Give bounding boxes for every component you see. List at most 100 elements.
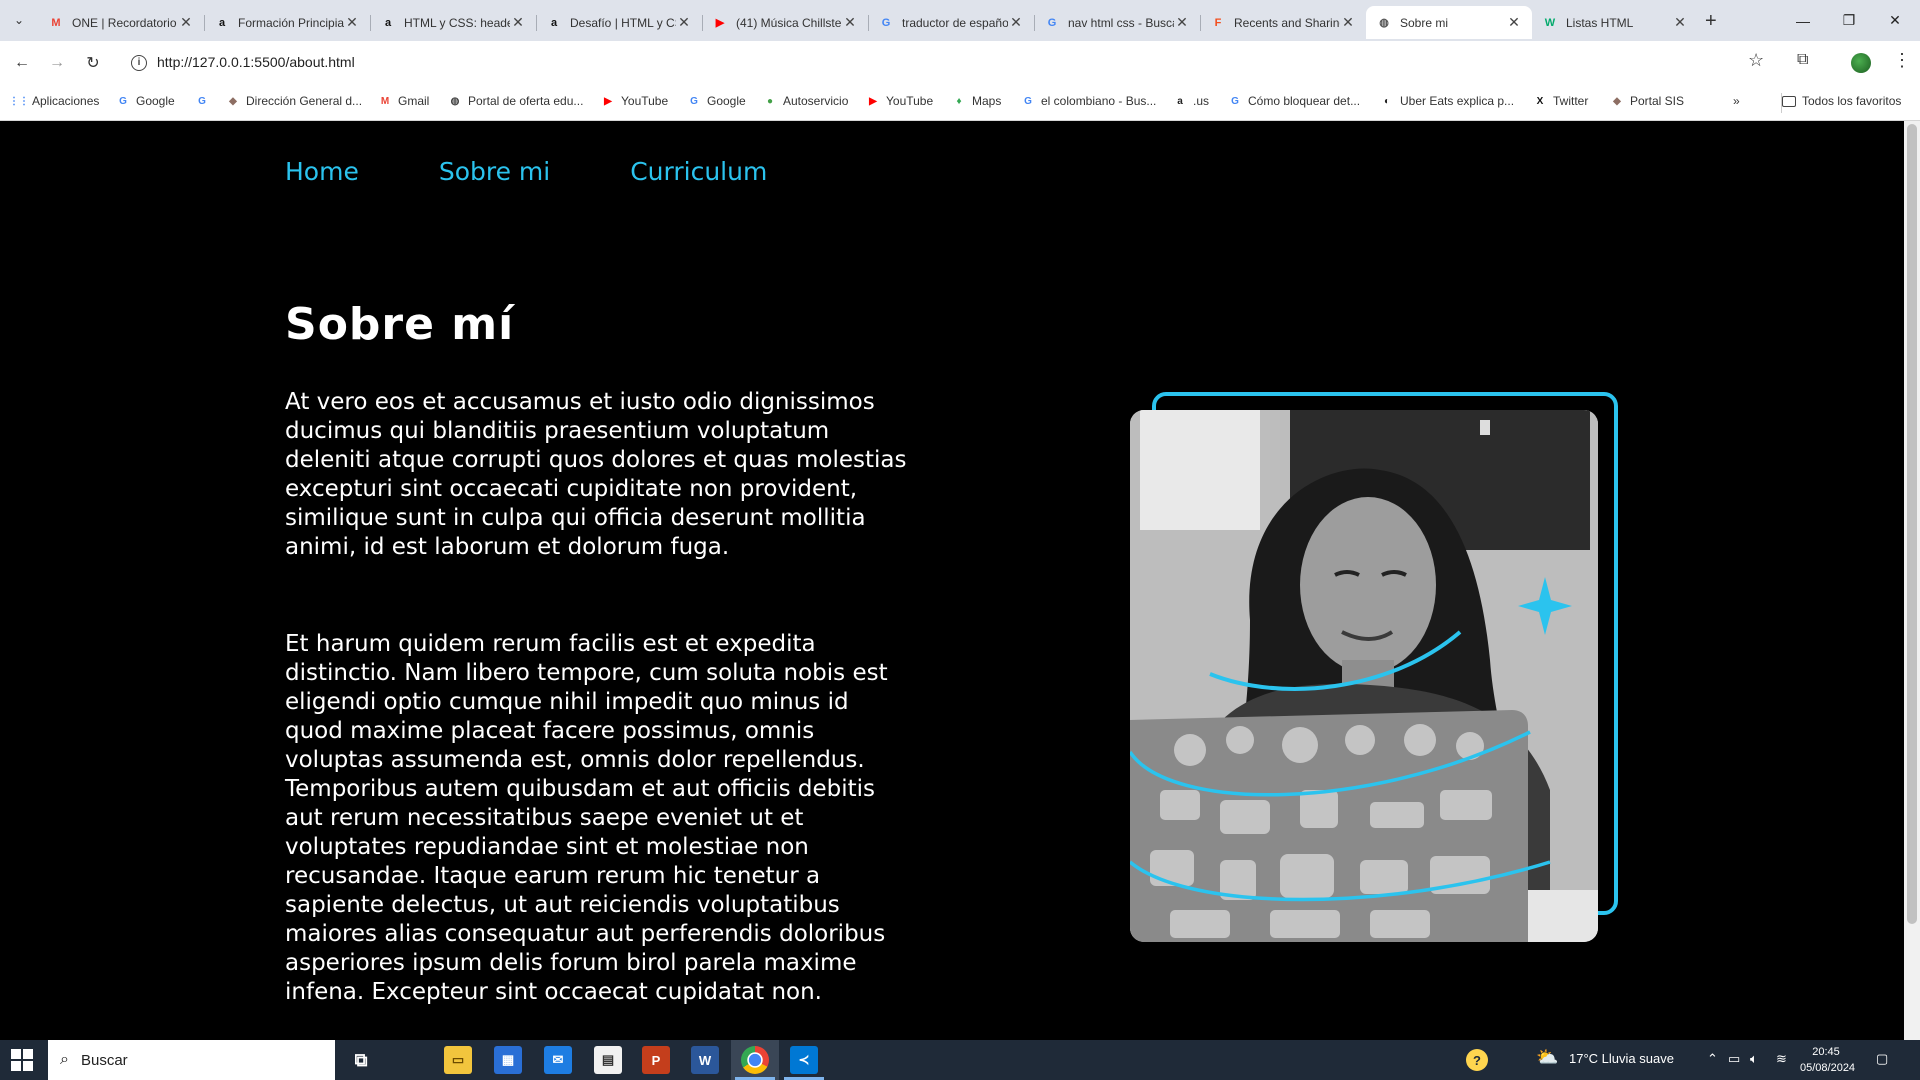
browser-tab[interactable]: a HTML y CSS: header ✕ xyxy=(370,6,536,39)
browser-tab[interactable]: Gnav html css - Buscar ✕ xyxy=(1034,6,1200,39)
bookmark-label: Google xyxy=(136,94,175,108)
bookmark-star-icon[interactable]: ☆ xyxy=(1748,50,1764,71)
notifications-icon[interactable]: ▢ xyxy=(1876,1051,1888,1067)
tab-close-icon[interactable]: ✕ xyxy=(676,14,692,31)
reload-button[interactable]: ↻ xyxy=(81,51,105,75)
google-icon: G xyxy=(1047,16,1057,29)
maps-pin-icon: ♦ xyxy=(956,95,962,107)
tab-close-icon[interactable]: ✕ xyxy=(1506,14,1522,31)
google-icon: G xyxy=(119,95,127,107)
browser-tab[interactable]: a Formación Principiante✕ xyxy=(204,6,370,39)
forward-button[interactable]: → xyxy=(45,51,69,75)
powerpoint-icon[interactable]: P xyxy=(642,1046,670,1074)
bookmark-item[interactable]: a .us xyxy=(1173,94,1209,108)
tab-strip: ⌄ M ONE | Recordatorio ✕ a Formación Princip… xyxy=(0,0,1920,41)
back-button[interactable]: ← xyxy=(10,51,34,75)
tray-chevron-icon[interactable]: ⌃ xyxy=(1707,1051,1718,1067)
bookmarks-bar: » Todos los favoritos ⋮⋮ Aplicaciones G Goo… xyxy=(0,85,1920,121)
gmail-icon: M xyxy=(51,16,61,29)
bookmarks-overflow-button[interactable]: » xyxy=(1733,94,1740,108)
device-icon[interactable]: ▭ xyxy=(1728,1051,1740,1067)
microsoft-store-icon[interactable]: ▦ xyxy=(494,1046,522,1074)
x-logo-icon: X xyxy=(1536,95,1544,107)
scrollbar-thumb[interactable] xyxy=(1907,124,1917,924)
mail-icon[interactable]: ✉ xyxy=(544,1046,572,1074)
bookmark-item[interactable]: G Google xyxy=(687,94,746,108)
tab-title: Sobre mi xyxy=(1400,15,1449,30)
w3schools-icon: W xyxy=(1544,16,1556,29)
nav-link-home[interactable]: Home xyxy=(285,157,359,186)
vscode-icon[interactable]: ≺ xyxy=(790,1046,818,1074)
nav-link-sobre-mi[interactable]: Sobre mi xyxy=(439,157,550,186)
tab-title: HTML y CSS: header xyxy=(404,15,510,30)
browser-tab[interactable]: ◍ Sobre mi ✕ xyxy=(1366,6,1532,39)
google-icon: G xyxy=(198,95,206,107)
browser-tab[interactable]: Gtraductor de español ✕ xyxy=(868,6,1034,39)
bookmark-item[interactable]: ◆ Portal SIS xyxy=(1610,94,1684,108)
bookmark-item[interactable]: G Cómo bloquear det... xyxy=(1228,94,1360,108)
url-text[interactable]: http://127.0.0.1:5500/about.html xyxy=(157,54,355,70)
wifi-icon[interactable]: ≋ xyxy=(1776,1051,1787,1067)
tab-close-icon[interactable]: ✕ xyxy=(178,14,194,31)
bookmark-item[interactable]: ⋮⋮ Aplicaciones xyxy=(9,94,99,108)
tab-close-icon[interactable]: ✕ xyxy=(1672,14,1688,31)
new-tab-button[interactable]: + xyxy=(1705,10,1717,33)
browser-tab[interactable]: F Recents and Sharing ✕ xyxy=(1200,6,1366,39)
bookmark-item[interactable]: ▶ YouTube xyxy=(866,94,933,108)
bookmark-item[interactable]: ● Autoservicio xyxy=(763,94,848,108)
profile-avatar[interactable] xyxy=(1851,53,1871,73)
volume-icon[interactable]: 🔈︎ xyxy=(1750,1051,1758,1067)
weather-icon[interactable]: ⛅ xyxy=(1536,1047,1558,1068)
restore-button[interactable]: ❐ xyxy=(1826,0,1872,41)
word-icon[interactable]: W xyxy=(691,1046,719,1074)
bookmark-label: Google xyxy=(707,94,746,108)
tab-close-icon[interactable]: ✕ xyxy=(1008,14,1024,31)
bookmark-item[interactable]: Gel colombiano - Bus... xyxy=(1021,94,1156,108)
help-icon[interactable]: ? xyxy=(1466,1049,1488,1071)
bookmark-item[interactable]: ◆ Dirección General d... xyxy=(226,94,362,108)
tab-close-icon[interactable]: ✕ xyxy=(1340,14,1356,31)
bookmark-item[interactable]: G xyxy=(195,94,215,108)
windows-start-button[interactable] xyxy=(10,1048,34,1072)
close-window-button[interactable]: ✕ xyxy=(1872,0,1918,41)
bookmark-item[interactable]: ♦ Maps xyxy=(952,94,1001,108)
tab-close-icon[interactable]: ✕ xyxy=(344,14,360,31)
profile-photo-block xyxy=(1130,392,1620,952)
minimize-button[interactable]: — xyxy=(1780,0,1826,41)
all-bookmarks-folder[interactable]: Todos los favoritos xyxy=(1782,94,1901,108)
tab-title: traductor de español xyxy=(902,15,1008,30)
bookmark-item[interactable]: ◍ Portal de oferta edu... xyxy=(448,94,584,108)
address-bar[interactable] xyxy=(122,48,1782,78)
folder-icon xyxy=(1782,95,1796,107)
browser-tab[interactable]: ▶ (41) Música Chillstep ✕ xyxy=(702,6,868,39)
tab-close-icon[interactable]: ✕ xyxy=(510,14,526,31)
browser-tab[interactable]: a Desafío | HTML y CSS✕ xyxy=(536,6,702,39)
notepad-icon[interactable]: ▤ xyxy=(594,1046,622,1074)
menu-kebab-icon[interactable]: ⋮ xyxy=(1893,50,1911,71)
bookmark-item[interactable]: X Twitter xyxy=(1533,94,1589,108)
orbit-line-bottom xyxy=(1130,860,1551,902)
browser-tab[interactable]: W Listas HTML ✕ xyxy=(1532,6,1698,39)
tab-close-icon[interactable]: ✕ xyxy=(842,14,858,31)
extensions-icon[interactable]: ⧉ xyxy=(1797,51,1808,69)
site-info-icon[interactable]: i xyxy=(131,55,147,71)
bookmark-item[interactable]: ▶ YouTube xyxy=(601,94,668,108)
browser-tab[interactable]: M ONE | Recordatorio ✕ xyxy=(38,6,204,39)
taskbar-search[interactable]: ⌕ Buscar xyxy=(48,1040,335,1080)
bookmark-item[interactable]: G Google xyxy=(116,94,175,108)
nav-link-curriculum[interactable]: Curriculum xyxy=(630,157,767,186)
file-explorer-icon[interactable]: ▭ xyxy=(444,1046,472,1074)
taskbar-clock[interactable]: 20:45 05/08/2024 xyxy=(1800,1044,1855,1076)
bookmark-item[interactable]: M Gmail xyxy=(378,94,430,108)
bookmark-item[interactable]: ◐ Uber Eats explica p... xyxy=(1380,94,1514,108)
tab-close-icon[interactable]: ✕ xyxy=(1174,14,1190,31)
apps-grid-icon: ⋮⋮ xyxy=(9,95,29,107)
about-paragraph-1: At vero eos et accusamus et iusto odio d… xyxy=(285,389,907,560)
chrome-icon[interactable] xyxy=(741,1046,769,1074)
bookmark-label: YouTube xyxy=(621,94,669,108)
weather-text[interactable]: 17°C Lluvia suave xyxy=(1569,1051,1674,1066)
task-view-icon[interactable]: ⧉ xyxy=(347,1046,375,1074)
bookmark-label: Portal SIS xyxy=(1630,94,1685,108)
tab-search-button[interactable]: ⌄ xyxy=(6,8,32,32)
tab-list: M ONE | Recordatorio ✕ a Formación Principia… xyxy=(38,6,1698,41)
